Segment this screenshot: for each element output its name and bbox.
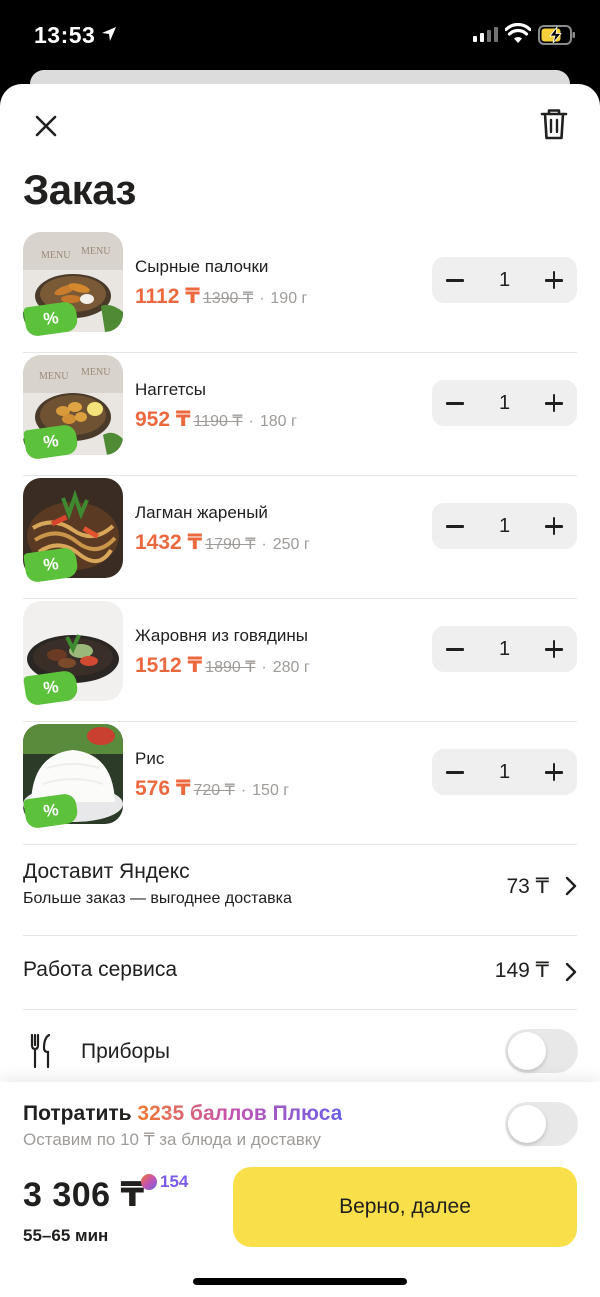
minus-icon[interactable] — [432, 380, 478, 426]
order-item: % Рис 576 ₸ 720 ₸ · 150 г 1 — [23, 722, 577, 845]
quantity-stepper: 1 — [432, 503, 577, 549]
checkout-panel: Потратить 3235 баллов Плюса Оставим по 1… — [0, 1082, 600, 1297]
quantity-stepper: 1 — [432, 626, 577, 672]
separator-dot: · — [261, 659, 267, 676]
order-item: MENU MENU % Наггетсы 952 ₸ 1190 ₸ · 180 … — [23, 353, 577, 476]
separator-dot: · — [261, 536, 267, 553]
item-price: 952 ₸ — [135, 408, 191, 431]
delivery-subtitle: Больше заказ — выгоднее доставка — [23, 890, 292, 907]
close-icon[interactable] — [30, 110, 62, 142]
quantity-value: 1 — [498, 761, 511, 783]
item-weight: 190 г — [270, 290, 308, 307]
item-weight: 180 г — [259, 413, 297, 430]
quantity-stepper: 1 — [432, 749, 577, 795]
svg-text:MENU: MENU — [81, 367, 111, 378]
battery-charging-icon — [538, 25, 575, 45]
item-weight: 150 г — [252, 782, 290, 799]
minus-icon[interactable] — [432, 626, 478, 672]
delivery-price: 73 ₸ — [506, 875, 549, 898]
separator-dot: · — [248, 413, 254, 430]
plus-icon[interactable] — [531, 503, 577, 549]
order-item: % Жаровня из говядины 1512 ₸ 1890 ₸ · 28… — [23, 599, 577, 722]
item-weight: 280 г — [272, 659, 310, 676]
item-name: Лагман жареный — [135, 503, 268, 522]
item-old-price: 1390 ₸ — [202, 290, 254, 307]
item-weight: 250 г — [272, 536, 310, 553]
item-price-line: 1432 ₸ 1790 ₸ · 250 г — [135, 530, 310, 555]
svg-text:MENU: MENU — [39, 371, 69, 382]
plus-points-toggle[interactable] — [505, 1102, 578, 1146]
item-old-price: 720 ₸ — [193, 782, 235, 799]
item-name: Наггетсы — [135, 380, 206, 399]
item-name: Сырные палочки — [135, 257, 269, 276]
cashback-amount: 154 — [160, 1172, 189, 1191]
confirm-next-button[interactable]: Верно, далее — [233, 1167, 577, 1247]
svg-text:MENU: MENU — [81, 246, 111, 257]
plus-points-subtitle: Оставим по 10 ₸ за блюда и доставку — [23, 1130, 321, 1149]
plus-points-icon — [141, 1174, 157, 1190]
item-price: 1432 ₸ — [135, 531, 203, 554]
wifi-icon — [505, 23, 531, 43]
order-item: % Лагман жареный 1432 ₸ 1790 ₸ · 250 г 1 — [23, 476, 577, 599]
item-old-price: 1790 ₸ — [205, 536, 256, 553]
item-price-line: 1112 ₸ 1390 ₸ · 190 г — [135, 284, 307, 309]
minus-icon[interactable] — [432, 749, 478, 795]
separator-dot: · — [240, 782, 247, 799]
quantity-stepper: 1 — [432, 380, 577, 426]
order-sheet: Заказ MENU MENU % Сырные палочки 1112 ₸ … — [0, 84, 600, 1297]
chevron-right-icon — [565, 876, 577, 896]
order-items-list: MENU MENU % Сырные палочки 1112 ₸ 1390 ₸… — [23, 230, 577, 845]
home-indicator — [193, 1278, 407, 1285]
item-price-line: 576 ₸ 720 ₸ · 150 г — [135, 776, 289, 801]
quantity-value: 1 — [498, 515, 511, 537]
service-fee-row[interactable]: Работа сервиса 149 ₸ — [23, 958, 577, 988]
divider — [23, 1009, 577, 1010]
cutlery-label: Приборы — [81, 1040, 170, 1063]
status-time: 13:53 — [34, 22, 96, 48]
item-name: Рис — [135, 749, 165, 768]
plus-icon[interactable] — [531, 626, 577, 672]
location-arrow-icon — [102, 27, 116, 41]
item-price: 1112 ₸ — [135, 285, 200, 308]
item-price-line: 952 ₸ 1190 ₸ · 180 г — [135, 407, 297, 432]
svg-text:MENU: MENU — [41, 250, 71, 261]
cellular-signal-icon — [473, 27, 498, 42]
plus-icon[interactable] — [531, 257, 577, 303]
order-item: MENU MENU % Сырные палочки 1112 ₸ 1390 ₸… — [23, 230, 577, 353]
chevron-right-icon — [565, 962, 577, 982]
item-name: Жаровня из говядины — [135, 626, 308, 645]
item-old-price: 1890 ₸ — [205, 659, 256, 676]
minus-icon[interactable] — [432, 257, 478, 303]
quantity-value: 1 — [498, 269, 511, 291]
cutlery-icon — [30, 1034, 51, 1068]
cutlery-toggle[interactable] — [505, 1029, 578, 1073]
minus-icon[interactable] — [432, 503, 478, 549]
plus-points-amount: 3235 баллов Плюса — [137, 1102, 343, 1125]
quantity-stepper: 1 — [432, 257, 577, 303]
quantity-value: 1 — [498, 638, 511, 660]
item-price: 576 ₸ — [135, 777, 191, 800]
delivery-row[interactable]: Доставит Яндекс Больше заказ — выгоднее … — [23, 860, 577, 930]
delivery-eta: 55–65 мин — [23, 1226, 109, 1245]
item-price-line: 1512 ₸ 1890 ₸ · 280 г — [135, 653, 310, 678]
service-fee-price: 149 ₸ — [494, 959, 549, 982]
page-title: Заказ — [23, 166, 136, 213]
trash-icon[interactable] — [538, 106, 570, 142]
plus-icon[interactable] — [531, 380, 577, 426]
quantity-value: 1 — [498, 392, 511, 414]
plus-points-prefix: Потратить — [23, 1102, 138, 1125]
toggle-knob — [508, 1105, 546, 1143]
plus-icon[interactable] — [531, 749, 577, 795]
status-bar: 13:53 — [0, 0, 600, 70]
toggle-knob — [508, 1032, 546, 1070]
cashback-badge: 154 — [141, 1172, 188, 1192]
plus-points-title: Потратить 3235 баллов Плюса — [23, 1102, 342, 1126]
separator-dot: · — [259, 290, 265, 307]
order-total: 3 306 ₸ — [23, 1176, 145, 1214]
item-price: 1512 ₸ — [135, 654, 203, 677]
delivery-title: Доставит Яндекс — [23, 860, 190, 883]
divider — [23, 935, 577, 936]
item-old-price: 1190 ₸ — [193, 413, 243, 430]
